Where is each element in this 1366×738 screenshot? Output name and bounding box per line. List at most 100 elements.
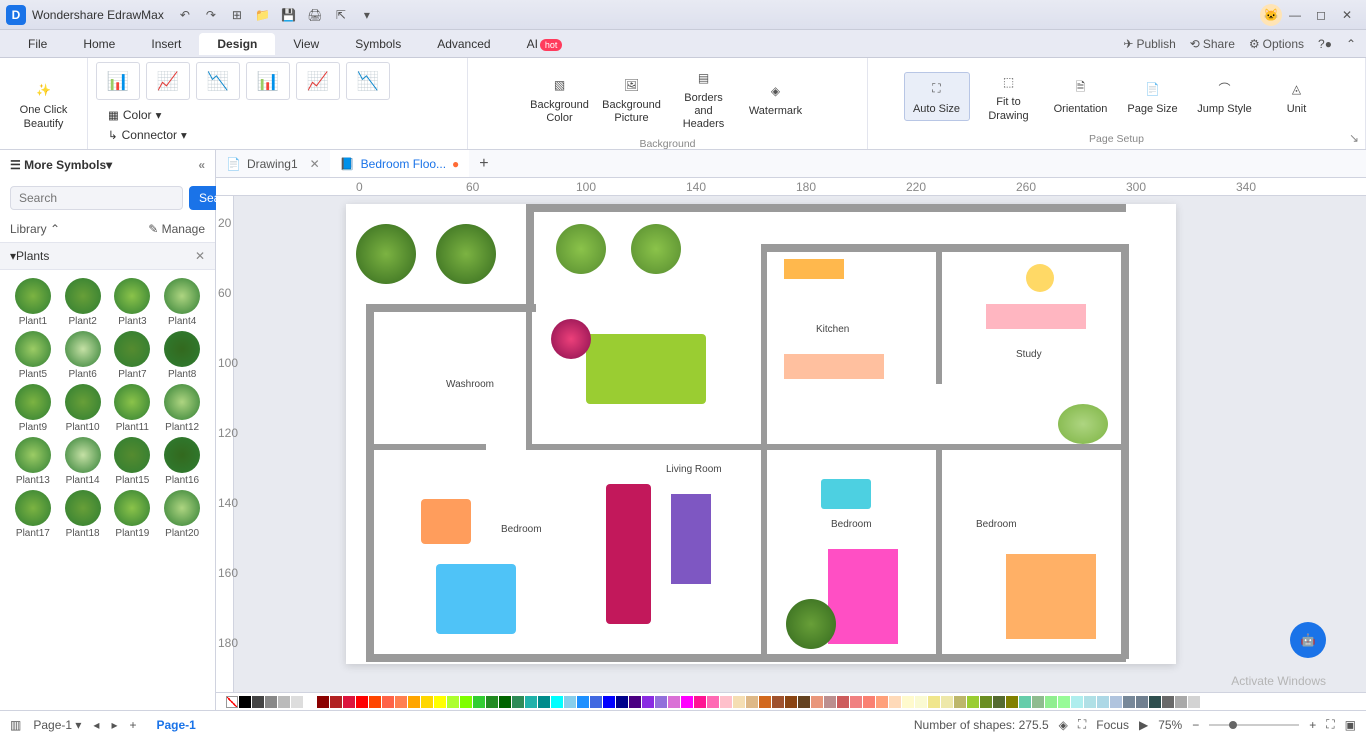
study-desk[interactable] [986,304,1086,329]
close-tab-icon[interactable]: ✕ [310,157,320,171]
plant-indoor-2[interactable] [631,224,681,274]
color-swatch[interactable] [252,696,264,708]
help-icon[interactable]: ?● [1318,37,1332,51]
plant-symbol-10[interactable]: Plant10 [60,384,106,433]
color-swatch[interactable] [759,696,771,708]
fit-page-icon[interactable]: ⛶ [1326,717,1334,732]
borders-headers-button[interactable]: ▤Borders and Headers [671,62,737,136]
plant-symbol-8[interactable]: Plant8 [159,331,205,380]
menu-file[interactable]: File [10,33,65,55]
color-swatch[interactable] [265,696,277,708]
connector-dropdown[interactable]: ↳ Connector ▾ [104,126,191,144]
color-swatch[interactable] [291,696,303,708]
focus-label[interactable]: Focus [1096,718,1129,732]
print-icon[interactable]: 🖨 [306,6,324,24]
layers-icon[interactable]: ◈ [1059,718,1068,732]
color-swatch[interactable] [1188,696,1200,708]
page-size-button[interactable]: 📄Page Size [1120,73,1186,120]
color-swatch[interactable] [889,696,901,708]
color-swatch[interactable] [798,696,810,708]
color-swatch[interactable] [1045,696,1057,708]
color-swatch[interactable] [1136,696,1148,708]
avatar-icon[interactable]: 🐱 [1260,4,1282,26]
plant-hall[interactable] [1058,404,1108,444]
color-swatch[interactable] [772,696,784,708]
sofa-magenta[interactable] [606,484,651,624]
focus-icon[interactable]: ⛶ [1078,717,1086,732]
chairs-cyan[interactable] [821,479,871,509]
color-swatch[interactable] [499,696,511,708]
doc-tab-drawing1[interactable]: 📄 Drawing1✕ [216,150,330,177]
color-swatch[interactable] [1071,696,1083,708]
color-swatch[interactable] [915,696,927,708]
color-swatch[interactable] [824,696,836,708]
menu-home[interactable]: Home [65,33,133,55]
color-swatch[interactable] [577,696,589,708]
close-icon[interactable]: ✕ [1334,2,1360,28]
redo-icon[interactable]: ↷ [202,6,220,24]
more-symbols-label[interactable]: More Symbols [24,158,106,172]
close-category-icon[interactable]: ✕ [195,249,205,263]
page-selector[interactable]: Page-1 ▾ [33,718,81,732]
color-swatch[interactable] [837,696,849,708]
minimize-icon[interactable]: — [1282,2,1308,28]
page-tab[interactable]: Page-1 [148,718,203,732]
fullscreen-icon[interactable]: ▣ [1345,718,1356,732]
plant-symbol-12[interactable]: Plant12 [159,384,205,433]
dining-table[interactable] [586,334,706,404]
color-swatch[interactable] [395,696,407,708]
color-swatch[interactable] [1123,696,1135,708]
color-swatch[interactable] [928,696,940,708]
color-swatch[interactable] [408,696,420,708]
color-swatch[interactable] [1175,696,1187,708]
color-swatch[interactable] [1162,696,1174,708]
color-swatch[interactable] [486,696,498,708]
color-swatch[interactable] [1149,696,1161,708]
color-swatch[interactable] [551,696,563,708]
color-swatch[interactable] [668,696,680,708]
color-swatch[interactable] [980,696,992,708]
color-swatch[interactable] [304,696,316,708]
plant-symbol-7[interactable]: Plant7 [109,331,155,380]
color-swatch[interactable] [473,696,485,708]
unit-button[interactable]: ◬Unit [1264,73,1330,120]
dropdown-icon[interactable]: ▾ [358,6,376,24]
collapse-sidebar-icon[interactable]: « [198,158,205,172]
color-swatch[interactable] [655,696,667,708]
menu-advanced[interactable]: Advanced [419,33,508,55]
ai-assistant-button[interactable]: 🤖 [1290,622,1326,658]
zoom-in-icon[interactable]: + [1309,718,1316,732]
sofa-orange[interactable] [421,499,471,544]
color-swatch[interactable] [434,696,446,708]
color-swatch[interactable] [343,696,355,708]
color-swatch[interactable] [538,696,550,708]
color-swatch[interactable] [447,696,459,708]
auto-size-button[interactable]: ⛶Auto Size [904,72,970,121]
color-swatch[interactable] [460,696,472,708]
zoom-out-icon[interactable]: − [1192,718,1199,732]
color-swatch[interactable] [512,696,524,708]
color-swatch[interactable] [707,696,719,708]
add-tab-button[interactable]: + [469,155,498,173]
study-chair[interactable] [1026,264,1054,292]
plant-symbol-5[interactable]: Plant5 [10,331,56,380]
color-swatch[interactable] [603,696,615,708]
color-swatch[interactable] [811,696,823,708]
doc-tab-bedroom[interactable]: 📘 Bedroom Floo...● [330,150,470,177]
chevron-up-icon[interactable]: ⌃ [1346,37,1356,51]
search-input[interactable] [10,186,183,210]
theme-swatch-6[interactable]: 📉 [346,62,390,100]
bed-blue[interactable] [436,564,516,634]
plant-indoor-1[interactable] [556,224,606,274]
color-swatch[interactable] [876,696,888,708]
color-swatch[interactable] [941,696,953,708]
menu-symbols[interactable]: Symbols [337,33,419,55]
plant-flower[interactable] [551,319,591,359]
color-swatch[interactable] [902,696,914,708]
color-swatch[interactable] [1058,696,1070,708]
canvas-scroll[interactable]: 2060100120140160180 [216,196,1366,692]
share-button[interactable]: ⟲ Share [1190,37,1235,51]
open-icon[interactable]: 📁 [254,6,272,24]
plant-symbol-4[interactable]: Plant4 [159,278,205,327]
plant-symbol-20[interactable]: Plant20 [159,490,205,539]
